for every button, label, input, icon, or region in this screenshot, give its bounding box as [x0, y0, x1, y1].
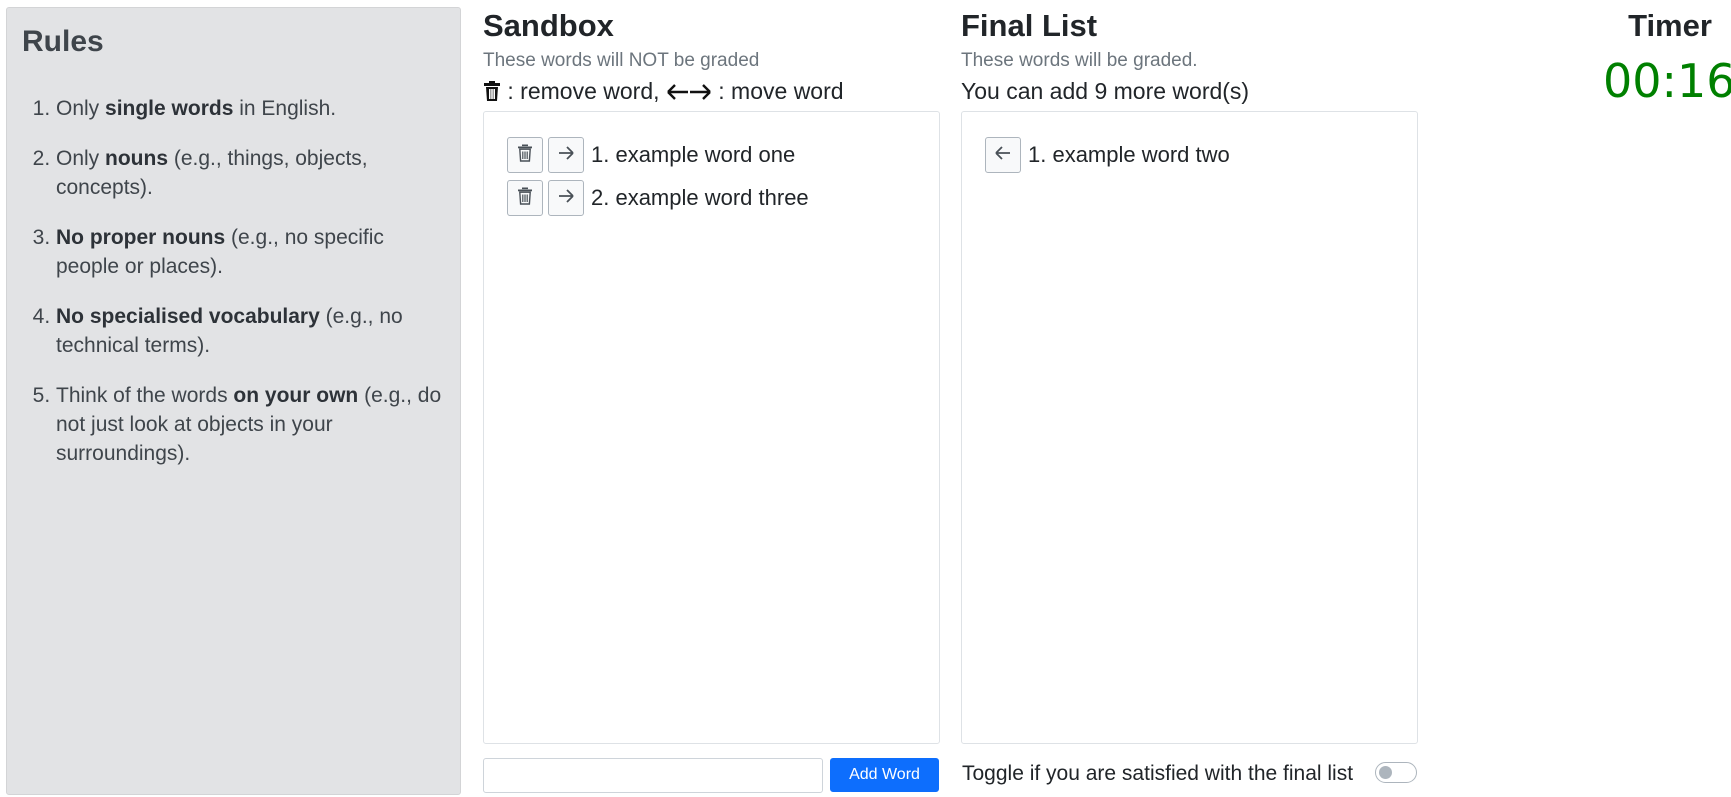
toggle-knob: [1379, 766, 1392, 779]
satisfied-toggle[interactable]: [1375, 762, 1417, 783]
list-item: 1. example word one: [507, 137, 795, 173]
rule-item: No proper nouns (e.g., no specific peopl…: [56, 223, 446, 281]
word-label: 2. example word three: [591, 185, 809, 210]
rule-item: Only single words in English.: [56, 94, 446, 123]
double-arrow-icon: [666, 80, 712, 108]
move-right-button[interactable]: [548, 180, 584, 216]
word-input[interactable]: [483, 758, 823, 793]
trash-icon: [483, 80, 501, 108]
sandbox-list: 1. example word one 2. example word thre…: [483, 111, 940, 744]
rules-list: Only single words in English. Only nouns…: [22, 94, 446, 468]
trash-icon: [517, 144, 533, 167]
list-item: 1. example word two: [985, 137, 1230, 173]
remove-word-button[interactable]: [507, 137, 543, 173]
word-label: 1. example word one: [591, 142, 796, 167]
add-word-button[interactable]: Add Word: [830, 758, 939, 792]
move-left-button[interactable]: [985, 137, 1021, 173]
arrow-right-icon: [557, 145, 575, 166]
final-list: 1. example word two: [961, 111, 1418, 744]
arrow-left-icon: [994, 145, 1012, 166]
final-list-subtitle: These words will be graded.: [961, 50, 1198, 71]
rule-item: No specialised vocabulary (e.g., no tech…: [56, 302, 446, 360]
remove-word-button[interactable]: [507, 180, 543, 216]
rules-title: Rules: [22, 25, 104, 58]
sandbox-hint: : remove word, : move word: [483, 77, 844, 108]
hint-remove-text: : remove word,: [501, 78, 666, 104]
arrow-right-icon: [557, 188, 575, 209]
timer-title: Timer: [1628, 8, 1712, 43]
sandbox-title: Sandbox: [483, 8, 614, 43]
timer-value: 00:16: [1603, 54, 1731, 108]
remaining-count: You can add 9 more word(s): [961, 78, 1250, 104]
sandbox-subtitle: These words will NOT be graded: [483, 50, 760, 71]
satisfied-toggle-label: Toggle if you are satisfied with the fin…: [962, 762, 1354, 785]
final-list-title: Final List: [961, 8, 1098, 43]
rule-item: Only nouns (e.g., things, objects, conce…: [56, 144, 446, 202]
move-right-button[interactable]: [548, 137, 584, 173]
trash-icon: [517, 187, 533, 210]
rules-panel: Rules Only single words in English. Only…: [6, 7, 461, 795]
list-item: 2. example word three: [507, 180, 809, 216]
word-label: 1. example word two: [1028, 142, 1230, 167]
rule-item: Think of the words on your own (e.g., do…: [56, 381, 446, 468]
hint-move-text: : move word: [711, 78, 844, 104]
